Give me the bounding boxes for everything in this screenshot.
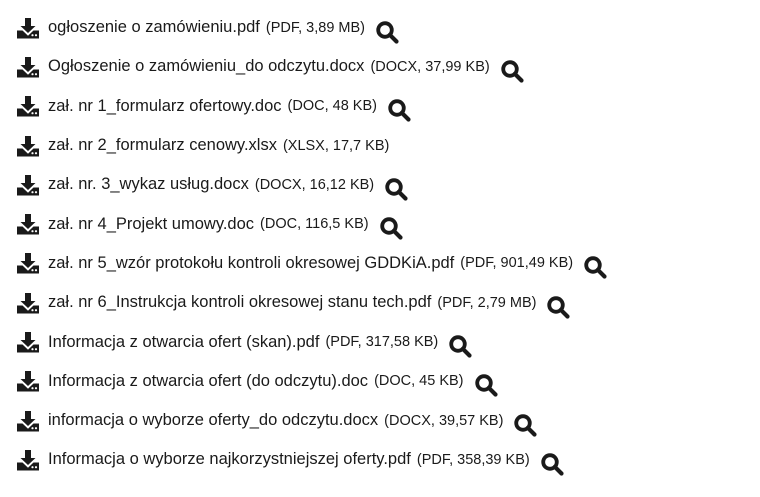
search-icon[interactable] [379,216,403,240]
download-icon[interactable] [16,56,40,78]
attachment-link[interactable]: zał. nr 5_wzór protokołu kontroli okreso… [48,254,454,273]
download-icon[interactable] [16,331,40,353]
attachment-row: zał. nr 6_Instrukcja kontroli okresowej … [0,283,760,322]
attachment-link[interactable]: Informacja o wyborze najkorzystniejszej … [48,450,411,469]
download-icon[interactable] [16,17,40,39]
attachment-row: zał. nr 5_wzór protokołu kontroli okreso… [0,244,760,283]
attachment-meta: (DOCX, 37,99 KB) [370,58,490,75]
search-icon[interactable] [546,295,571,319]
attachment-link[interactable]: zał. nr 6_Instrukcja kontroli okresowej … [48,293,431,312]
search-icon[interactable] [540,452,564,476]
search-icon[interactable] [474,373,498,397]
attachment-row: Ogłoszenie o zamówieniu_do odczytu.docx … [0,47,760,86]
attachment-meta: (PDF, 3,89 MB) [265,19,365,36]
attachment-row: Informacja o wyborze najkorzystniejszej … [0,440,760,479]
attachment-row: informacja o wyborze oferty_do odczytu.d… [0,401,760,440]
attachment-row: zał. nr 2_formularz cenowy.xlsx (XLSX, 1… [0,126,760,165]
attachment-link[interactable]: zał. nr 1_formularz ofertowy.doc [48,97,282,116]
download-icon[interactable] [16,410,40,432]
attachment-row: ogłoszenie o zamówieniu.pdf (PDF, 3,89 M… [0,8,760,47]
download-icon[interactable] [16,135,40,157]
attachment-meta: (PDF, 2,79 MB) [437,294,537,311]
attachment-meta: (DOCX, 39,57 KB) [384,412,504,429]
attachment-link[interactable]: zał. nr. 3_wykaz usług.docx [48,175,249,194]
attachment-row: Informacja z otwarcia ofert (skan).pdf (… [0,322,760,361]
search-icon[interactable] [387,98,411,122]
attachment-meta: (DOCX, 16,12 KB) [254,176,375,193]
attachment-meta: (PDF, 317,58 KB) [325,334,439,351]
search-icon[interactable] [448,334,472,358]
attachment-link[interactable]: Ogłoszenie o zamówieniu_do odczytu.docx [48,57,364,76]
attachment-row: zał. nr 4_Projekt umowy.doc (DOC, 116,5 … [0,204,760,243]
attachment-link[interactable]: ogłoszenie o zamówieniu.pdf [48,18,260,37]
attachment-link[interactable]: informacja o wyborze oferty_do odczytu.d… [48,411,378,430]
attachments-list: ogłoszenie o zamówieniu.pdf (PDF, 3,89 M… [0,0,760,480]
search-icon[interactable] [513,413,538,437]
search-icon[interactable] [500,59,524,83]
download-icon[interactable] [16,174,40,196]
attachment-link[interactable]: Informacja z otwarcia ofert (do odczytu)… [48,372,368,391]
download-icon[interactable] [16,370,40,392]
attachment-link[interactable]: zał. nr 2_formularz cenowy.xlsx [48,136,277,155]
attachment-meta: (PDF, 901,49 KB) [460,255,574,272]
download-icon[interactable] [16,252,40,274]
attachment-row: zał. nr 1_formularz ofertowy.doc (DOC, 4… [0,87,760,126]
search-icon[interactable] [375,20,399,44]
attachment-link[interactable]: zał. nr 4_Projekt umowy.doc [48,215,254,234]
attachment-meta: (DOC, 116,5 KB) [260,216,369,233]
attachment-meta: (DOC, 48 KB) [287,98,377,115]
attachment-link[interactable]: Informacja z otwarcia ofert (skan).pdf [48,333,319,352]
download-icon[interactable] [16,213,40,235]
download-icon[interactable] [16,449,40,471]
download-icon[interactable] [16,95,40,117]
attachment-row: Informacja z otwarcia ofert (do odczytu)… [0,362,760,401]
search-icon[interactable] [384,177,408,201]
attachment-meta: (XLSX, 17,7 KB) [282,137,390,154]
search-icon[interactable] [583,255,607,280]
download-icon[interactable] [16,292,40,314]
attachment-meta: (DOC, 45 KB) [374,373,464,390]
attachment-meta: (PDF, 358,39 KB) [416,451,530,468]
attachment-row: zał. nr. 3_wykaz usług.docx (DOCX, 16,12… [0,165,760,204]
